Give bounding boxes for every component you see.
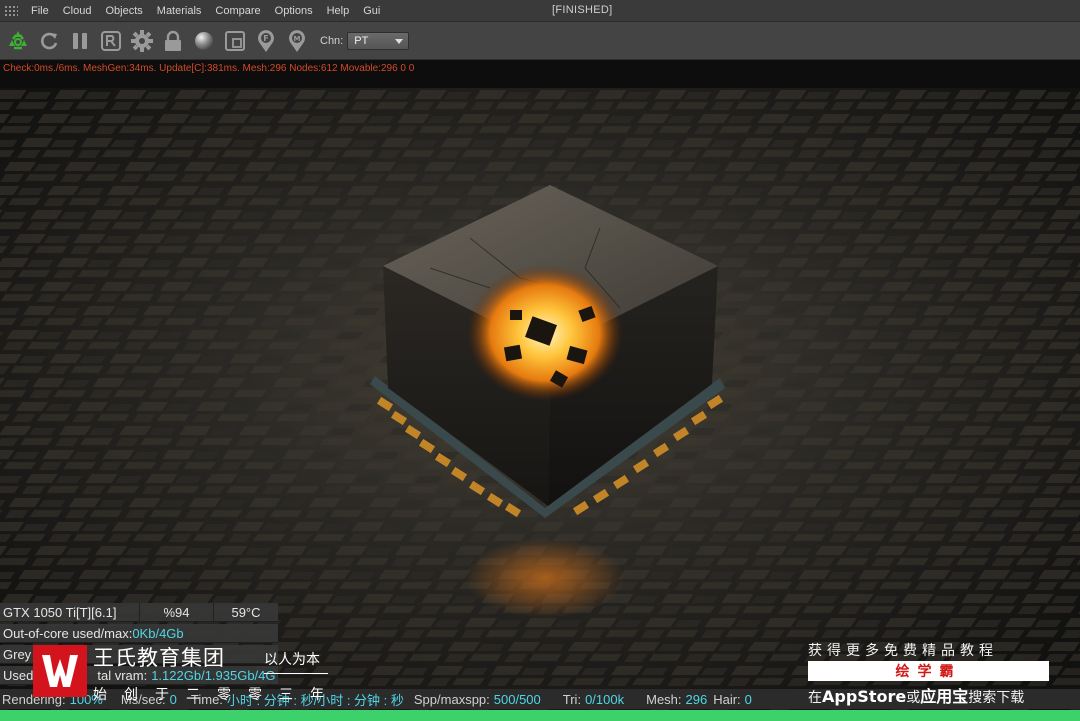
chevron-down-icon [395, 38, 404, 44]
toolbar: F M Chn: PT [0, 22, 1080, 60]
spp-label: Spp/maxspp: [413, 691, 490, 707]
material-pick-icon[interactable]: M [283, 27, 311, 55]
svg-text:M: M [294, 35, 301, 43]
render-progress-bar [0, 710, 1080, 721]
company-name: 王氏教育集团 [93, 646, 225, 670]
menu-file[interactable]: File [24, 5, 56, 17]
promo-brand: 绘学霸 [808, 661, 1049, 681]
grey-label: Grey [3, 646, 32, 662]
lock-icon[interactable] [159, 27, 187, 55]
menu-objects[interactable]: Objects [98, 5, 149, 17]
tri-label: Tri: [562, 691, 582, 707]
menu-compare[interactable]: Compare [208, 5, 267, 17]
promo-headline: 获得更多免费精品教程 [808, 643, 998, 659]
pause-icon[interactable] [66, 27, 94, 55]
menu-materials[interactable]: Materials [150, 5, 209, 17]
channel-select-value: PT [354, 34, 369, 47]
hair-value: 0 [744, 691, 752, 707]
promo-mid: 或 [906, 690, 921, 706]
company-logo [33, 645, 87, 697]
render-status: [FINISHED] [552, 4, 613, 16]
menu-options[interactable]: Options [268, 5, 320, 17]
promo-download: 在AppStore或应用宝搜索下载 [808, 683, 1024, 707]
material-ball-icon[interactable] [190, 27, 218, 55]
spp-value: 500/500 [493, 691, 541, 707]
settings-gear-icon[interactable] [128, 27, 156, 55]
slogan-divider [264, 673, 328, 674]
grip-icon[interactable] [4, 4, 18, 17]
render-progress-fill [0, 710, 1080, 721]
promo-prefix: 在 [808, 690, 822, 706]
frame-icon[interactable] [221, 27, 249, 55]
focus-pick-icon[interactable]: F [252, 27, 280, 55]
gpu-name: GTX 1050 Ti[T][6.1] [0, 602, 140, 622]
ooc-value: 0Kb/4Gb [132, 625, 184, 641]
svg-text:F: F [263, 34, 268, 43]
channel-select[interactable]: PT [347, 31, 410, 50]
render-region-icon[interactable] [97, 27, 125, 55]
hair-label: Hair: [713, 691, 741, 707]
timing-info: Check:0ms./6ms. MeshGen:34ms. Update[C]:… [0, 60, 1080, 88]
channel-label: Chn: [320, 34, 344, 47]
refresh-icon[interactable] [35, 27, 63, 55]
out-of-core-row: Out-of-core used/max: 0Kb/4Gb [0, 624, 278, 643]
used-label: Used [3, 667, 34, 683]
menu-help[interactable]: Help [320, 5, 357, 17]
promo-store: AppStore [822, 687, 907, 706]
menu-bar: File Cloud Objects Materials Compare Opt… [0, 0, 1080, 22]
promo-suffix: 搜索下载 [968, 690, 1025, 706]
mesh-label: Mesh: [646, 691, 682, 707]
menu-cloud[interactable]: Cloud [56, 5, 99, 17]
w-logo-icon [42, 655, 78, 687]
tri-value: 0/100k [585, 691, 625, 707]
menu-gui[interactable]: Gui [356, 5, 387, 17]
company-founded: 始创于二零零三年 [93, 687, 341, 703]
gpu-temp: 59°C [231, 604, 261, 620]
company-slogan: 以人为本 [264, 652, 320, 668]
gpu-load: %94 [140, 602, 214, 622]
ooc-label: Out-of-core used/max: [3, 625, 133, 641]
promo-app: 应用宝 [920, 687, 969, 706]
gpu-stats-row: GTX 1050 Ti[T][6.1] %94 59°C [0, 602, 278, 622]
mesh-value: 296 [685, 691, 708, 707]
recycle-icon[interactable] [4, 27, 32, 55]
